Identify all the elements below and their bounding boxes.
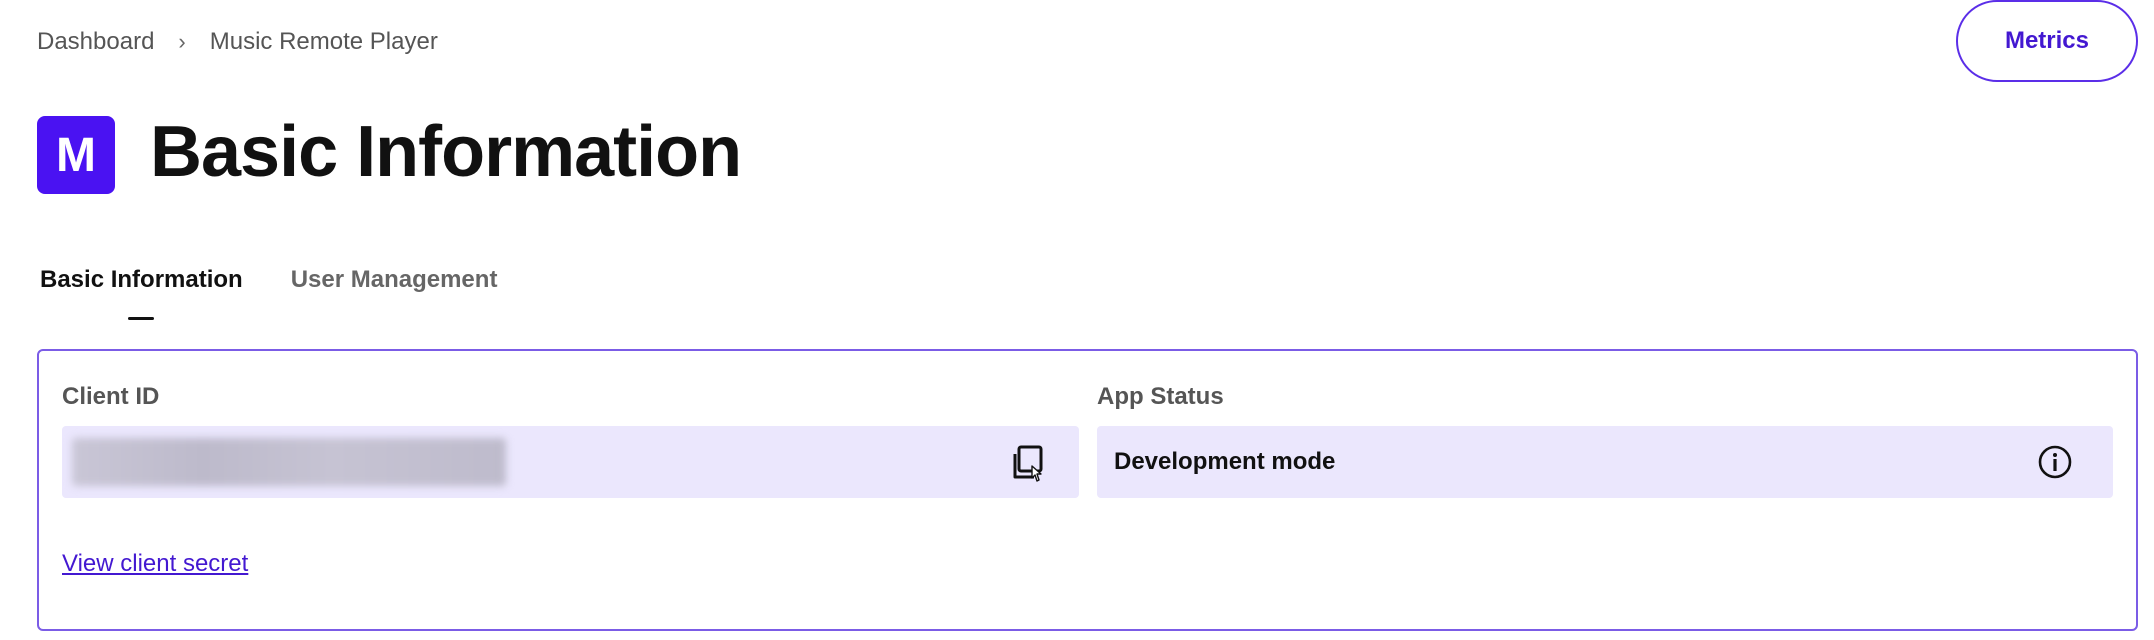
- copy-icon[interactable]: [1007, 443, 1047, 483]
- tab-bar: Basic Information User Management: [40, 266, 497, 320]
- breadcrumb-dashboard-link[interactable]: Dashboard: [37, 28, 154, 56]
- app-status-field: Development mode: [1097, 426, 2113, 498]
- app-logo: M: [37, 116, 115, 194]
- tab-basic-information[interactable]: Basic Information: [40, 266, 243, 320]
- client-id-field: [62, 426, 1079, 498]
- tab-label: User Management: [290, 266, 498, 293]
- chevron-right-icon: ›: [178, 29, 186, 54]
- app-status-label: App Status: [1097, 383, 1224, 410]
- view-client-secret-link[interactable]: View client secret: [62, 550, 248, 578]
- metrics-button[interactable]: Metrics: [1956, 0, 2138, 82]
- app-page: Dashboard › Music Remote Player Metrics …: [0, 0, 2154, 640]
- tab-label: Basic Information: [40, 266, 243, 293]
- app-logo-letter: M: [56, 128, 96, 182]
- active-tab-indicator: [128, 317, 155, 320]
- app-status-value: Development mode: [1114, 448, 1336, 475]
- tab-user-management[interactable]: User Management: [291, 266, 498, 320]
- page-title: Basic Information: [150, 112, 742, 192]
- client-id-label: Client ID: [62, 383, 160, 410]
- breadcrumb: Dashboard › Music Remote Player: [37, 28, 438, 56]
- breadcrumb-current: Music Remote Player: [209, 28, 438, 55]
- client-id-value-redacted: [72, 438, 506, 486]
- basic-info-card: Client ID App Status Development mode Vi…: [37, 349, 2138, 631]
- info-icon[interactable]: [2037, 444, 2073, 480]
